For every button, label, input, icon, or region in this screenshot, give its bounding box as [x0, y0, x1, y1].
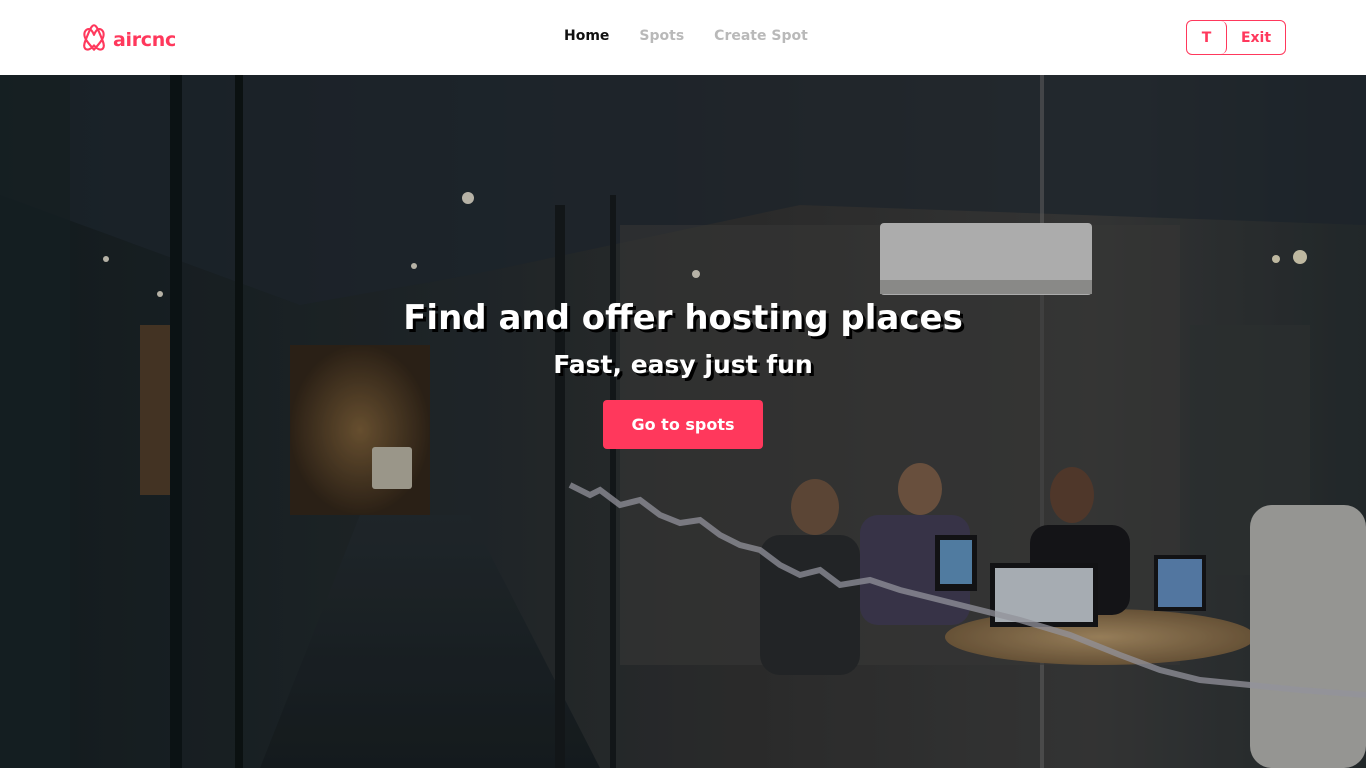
hero-section: Find and offer hosting places Fast, easy… [0, 75, 1366, 768]
hero-subtitle: Fast, easy just fun [553, 350, 813, 379]
go-to-spots-button[interactable]: Go to spots [603, 400, 763, 449]
airbnb-logo-icon [80, 22, 108, 57]
user-menu: T Exit [1186, 20, 1286, 55]
brand-logo[interactable]: aircnc [80, 22, 176, 57]
user-avatar-initial[interactable]: T [1187, 21, 1227, 54]
nav-home[interactable]: Home [564, 28, 609, 44]
exit-button[interactable]: Exit [1227, 21, 1285, 54]
nav-create-spot[interactable]: Create Spot [714, 28, 808, 44]
brand-name: aircnc [113, 28, 176, 51]
nav-spots[interactable]: Spots [639, 28, 684, 44]
top-navbar: aircnc Home Spots Create Spot T Exit [0, 0, 1366, 75]
hero-title: Find and offer hosting places [403, 298, 963, 338]
main-nav: Home Spots Create Spot [564, 28, 808, 44]
